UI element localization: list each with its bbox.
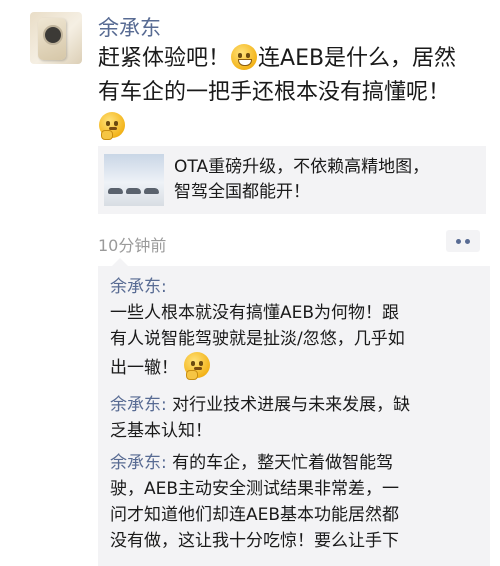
comment-author[interactable]: 余承东: [110,395,167,415]
link-title: OTA重磅升级，不依赖高精地图， 智驾全国都能开！ [174,155,429,205]
comment-text-line: 问才知道他们却连AEB基本功能居然都 [110,505,400,525]
link-title-line: OTA重磅升级，不依赖高精地图， [174,157,430,177]
link-thumbnail [104,154,164,206]
comment-text-line: 没有做，这让我十分吃惊！要么让手下 [110,531,399,551]
comment-item: 余承东: 一些人根本就没有搞懂AEB为何物！跟 有人说智能驾驶就是扯淡/忽悠，几… [98,274,417,381]
post-text-part: 赶紧体验吧！ [98,46,231,71]
comment-item: 余承东: 有的车企，整天忙着做智能驾 驶，AEB主动安全测试结果非常差，一 问才… [98,450,411,554]
comment-text-line: 有的车企，整天忙着做智能驾 [172,453,394,473]
post-text: 赶紧体验吧！ 连AEB是什么，居然 有车企的一把手还根本没有搞懂呢！ [98,42,490,144]
comment-text-line: 有人说智能驾驶就是扯淡/忽悠，几乎如 [110,329,405,349]
comment-text-line: 驶，AEB主动安全测试结果非常差，一 [110,479,400,499]
post-text-part: 有车企的一把手还根本没有搞懂呢！ [98,80,451,105]
comment-text-line: 一些人根本就没有搞懂AEB为何物！跟 [110,303,400,323]
shared-link-card[interactable]: OTA重磅升级，不依赖高精地图， 智驾全国都能开！ [98,146,486,214]
comment-section: 余承东: 一些人根本就没有搞懂AEB为何物！跟 有人说智能驾驶就是扯淡/忽悠，几… [98,258,490,566]
comment-text-line: 出一辙！ [110,358,178,378]
comment-item: 余承东: 对行业技术进展与未来发展，缺 乏基本认知！ [98,392,422,444]
comment-author[interactable]: 余承东: [110,277,167,297]
post-text-part: 连AEB是什么，居然 [258,46,457,71]
comment-author[interactable]: 余承东: [110,453,167,473]
thinking-emoji-icon [184,352,211,380]
more-dots-icon[interactable] [446,230,480,252]
avatar[interactable] [30,12,82,64]
thinking-emoji-icon [99,112,125,140]
camera-module-icon [43,25,63,45]
post-timestamp: 10分钟前 [98,236,167,255]
grinning-emoji-icon [231,44,258,70]
link-title-line: 智驾全国都能开！ [174,182,310,202]
comment-text-line: 乏基本认知！ [110,421,212,441]
comment-text-line: 对行业技术进展与未来发展，缺 [172,395,411,415]
author-name[interactable]: 余承东 [98,12,161,42]
